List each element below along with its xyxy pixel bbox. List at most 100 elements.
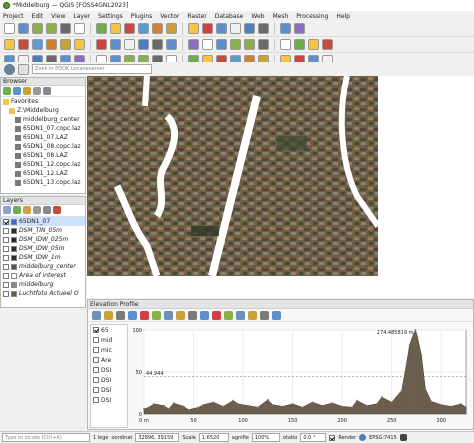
open-project-icon[interactable]	[244, 39, 255, 50]
select-icon[interactable]	[280, 23, 291, 34]
export-icon[interactable]	[224, 311, 233, 320]
menu-plugins[interactable]: Plugins	[131, 13, 153, 20]
messages-icon[interactable]	[399, 434, 407, 441]
zoom-in-icon[interactable]	[46, 39, 57, 50]
profile-layer-item[interactable]: DSI	[91, 375, 127, 385]
zoom-next-icon[interactable]	[138, 39, 149, 50]
map-canvas[interactable]	[87, 75, 474, 298]
rotation-field[interactable]: 0.0 °	[300, 433, 327, 442]
browser-item[interactable]: 65DN1_08.copc.laz	[1, 142, 85, 151]
layer-item[interactable]: middelburg	[1, 280, 85, 289]
select-icon[interactable]	[202, 39, 213, 50]
menu-layer[interactable]: Layer	[73, 13, 90, 20]
layer-item[interactable]: middelburg_center	[1, 262, 85, 271]
refresh-icon[interactable]	[244, 23, 255, 34]
zoom-full-icon[interactable]	[152, 23, 163, 34]
open-project-icon[interactable]	[18, 23, 29, 34]
zoom-next-icon[interactable]	[216, 23, 227, 34]
add-group-icon[interactable]	[13, 206, 21, 214]
menu-vector[interactable]: Vector	[160, 13, 179, 20]
layer-visibility-checkbox[interactable]	[3, 290, 9, 297]
buffer-icon[interactable]	[116, 311, 125, 320]
zoom-out-icon[interactable]	[60, 39, 71, 50]
measure-icon[interactable]	[216, 39, 227, 50]
profile-layer-checkbox[interactable]	[93, 327, 99, 333]
globe-icon[interactable]	[359, 434, 367, 441]
menu-project[interactable]: Project	[3, 13, 24, 20]
layer-item[interactable]: DSM_IDW_05m	[1, 244, 85, 253]
menu-web[interactable]: Web	[251, 13, 264, 20]
zoom-last-icon[interactable]	[202, 23, 213, 34]
identify-icon[interactable]	[188, 39, 199, 50]
browser-item[interactable]: middelburg_center	[1, 115, 85, 124]
browser-item[interactable]: 65DN1_12.copc.laz	[1, 160, 85, 169]
layer-item[interactable]: Area of interest	[1, 271, 85, 280]
crs-label[interactable]: EPSG:7415	[369, 435, 397, 441]
save-as-icon[interactable]	[280, 39, 291, 50]
zoom-full-icon[interactable]	[188, 311, 197, 320]
browser-item[interactable]: 65DN1_13.copc.laz	[1, 178, 85, 187]
options-icon[interactable]	[248, 311, 257, 320]
add-layer-icon[interactable]	[3, 87, 11, 95]
refresh-icon[interactable]	[166, 39, 177, 50]
new-project-icon[interactable]	[230, 39, 241, 50]
layer-visibility-checkbox[interactable]	[3, 272, 9, 279]
close-icon[interactable]	[272, 311, 281, 320]
layer-visibility-checkbox[interactable]	[3, 236, 9, 243]
properties-icon[interactable]	[43, 87, 51, 95]
profile-layer-checkbox[interactable]	[93, 347, 99, 353]
location-pin-icon[interactable]	[18, 63, 29, 75]
pan-icon[interactable]	[152, 311, 161, 320]
profile-layer-item[interactable]: 65	[91, 325, 127, 335]
layer-item[interactable]: 65DN1_07	[1, 217, 85, 226]
filter-legend-icon[interactable]	[23, 206, 31, 214]
locate-search-input[interactable]: Type to locate (Ctrl+K)	[2, 433, 90, 442]
measure-icon[interactable]	[212, 311, 221, 320]
pan-icon[interactable]	[18, 39, 29, 50]
zoom-last-icon[interactable]	[124, 39, 135, 50]
zoom-selection-icon[interactable]	[110, 39, 121, 50]
collapse-all-icon[interactable]	[43, 206, 51, 214]
nudge-right-icon[interactable]	[140, 311, 149, 320]
layer-visibility-checkbox[interactable]	[3, 227, 9, 234]
browser-item[interactable]: 65DN1_08.LAZ	[1, 151, 85, 160]
menu-edit[interactable]: Edit	[32, 13, 44, 20]
profile-layer-item[interactable]: mic	[91, 345, 127, 355]
refresh-icon[interactable]	[13, 87, 21, 95]
profile-layer-checkbox[interactable]	[93, 397, 99, 403]
profile-layer-checkbox[interactable]	[93, 367, 99, 373]
pan-icon[interactable]	[322, 39, 333, 50]
layer-visibility-checkbox[interactable]	[3, 245, 9, 252]
profile-layer-item[interactable]: DSI	[91, 385, 127, 395]
style-manager-icon[interactable]	[308, 39, 319, 50]
zoom-layer-icon[interactable]	[96, 39, 107, 50]
style-manager-icon[interactable]	[74, 23, 85, 34]
profile-chart[interactable]: 0501000 m 50 100 150 200 250 30044.944274.4858…	[130, 324, 472, 430]
menu-help[interactable]: Help	[336, 13, 350, 20]
profile-layer-checkbox[interactable]	[93, 337, 99, 343]
layer-item[interactable]: DSM_IDW_025m	[1, 235, 85, 244]
browser-item[interactable]: 65DN1_07.copc.laz	[1, 124, 85, 133]
magnifier-field[interactable]: 100%	[251, 433, 280, 442]
layer-item[interactable]: DSM_IDW_1m	[1, 253, 85, 262]
save-project-icon[interactable]	[32, 23, 43, 34]
print-layout-icon[interactable]	[294, 39, 305, 50]
layer-item[interactable]: DSM_TIN_05m	[1, 226, 85, 235]
zoom-x-icon[interactable]	[164, 311, 173, 320]
identify-icon[interactable]	[258, 23, 269, 34]
save-project-icon[interactable]	[258, 39, 269, 50]
menu-mesh[interactable]: Mesh	[272, 13, 288, 20]
profile-layer-checkbox[interactable]	[93, 357, 99, 363]
browser-item[interactable]: Favorites	[1, 97, 85, 106]
print-layout-icon[interactable]	[60, 23, 71, 34]
zoom-in-icon[interactable]	[124, 23, 135, 34]
pan-to-selection-icon[interactable]	[110, 23, 121, 34]
style-manager-icon[interactable]	[4, 39, 15, 50]
profile-layer-checkbox[interactable]	[93, 387, 99, 393]
pan-to-selection-icon[interactable]	[32, 39, 43, 50]
profile-layer-item[interactable]: DSI	[91, 395, 127, 405]
capture-point-icon[interactable]	[104, 311, 113, 320]
layer-visibility-checkbox[interactable]	[3, 263, 9, 270]
browser-item[interactable]: 65DN1_07.LAZ	[1, 133, 85, 142]
zoom-selection-icon[interactable]	[188, 23, 199, 34]
